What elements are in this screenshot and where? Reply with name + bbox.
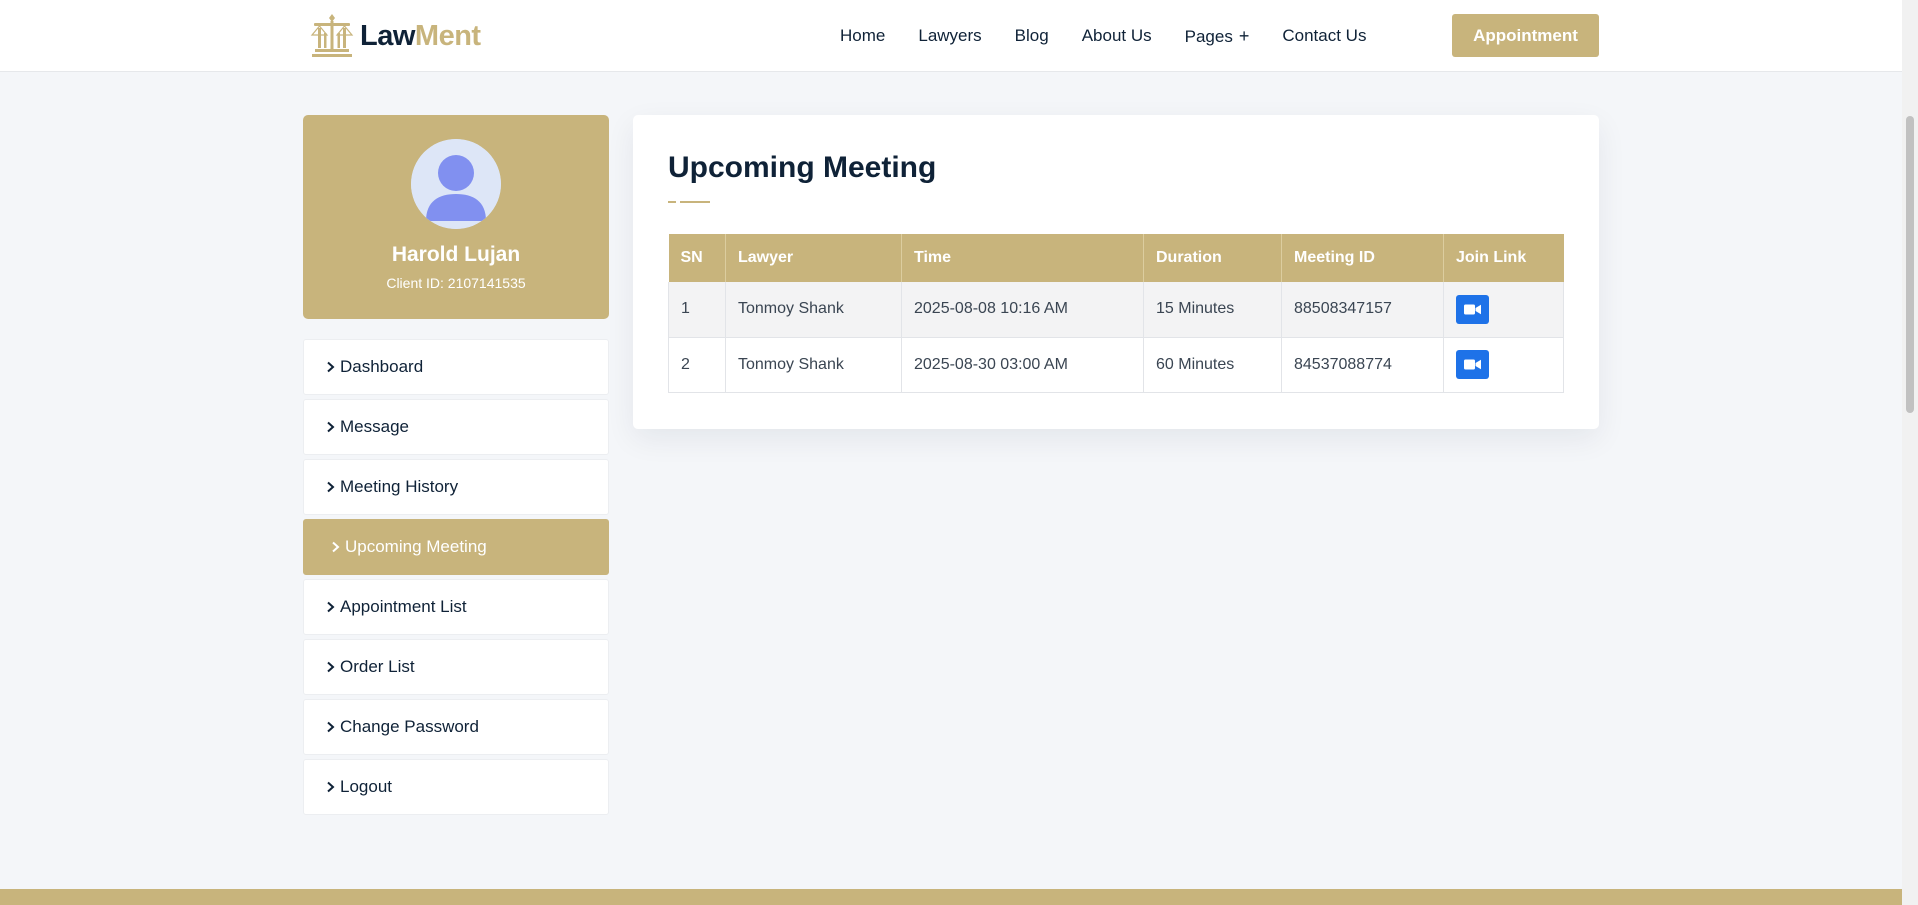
logo-text: LawMent [360, 20, 481, 53]
title-underline [668, 201, 710, 203]
chevron-right-icon [327, 481, 335, 493]
cell-meeting-id: 84537088774 [1281, 337, 1444, 393]
sidebar-item-label: Message [340, 417, 409, 436]
sidebar-item-label: Meeting History [340, 477, 459, 496]
video-camera-icon [1464, 359, 1481, 370]
cell-time: 2025-08-08 10:16 AM [901, 282, 1144, 338]
nav-blog[interactable]: Blog [1015, 26, 1049, 46]
cell-sn: 2 [668, 337, 726, 393]
plus-icon: + [1238, 25, 1250, 46]
profile-card: Harold Lujan Client ID: 2107141535 [303, 115, 609, 319]
cell-lawyer: Tonmoy Shank [725, 282, 902, 338]
sidebar-menu: Dashboard Message Meeting History Upcomi… [303, 339, 609, 819]
sidebar-item-label: Logout [340, 777, 392, 796]
sidebar-item-message[interactable]: Message [303, 399, 609, 455]
sidebar-item-change-password[interactable]: Change Password [303, 699, 609, 755]
nav-pages[interactable]: Pages + [1185, 26, 1250, 47]
sidebar-item-label: Dashboard [340, 357, 424, 376]
column-header-duration: Duration [1143, 234, 1282, 282]
cell-lawyer: Tonmoy Shank [725, 337, 902, 393]
avatar [411, 139, 501, 229]
table-header-row: SN Lawyer Time Duration Meeting ID Join … [668, 234, 1564, 282]
cell-sn: 1 [668, 282, 726, 338]
nav-lawyers[interactable]: Lawyers [918, 26, 981, 46]
user-avatar-icon [411, 139, 501, 229]
video-camera-icon [1464, 304, 1481, 315]
column-header-join-link: Join Link [1443, 234, 1564, 282]
sidebar-item-label: Order List [340, 657, 415, 676]
nav-pages-label: Pages [1184, 26, 1233, 46]
chevron-right-icon [327, 421, 335, 433]
chevron-right-icon [332, 541, 340, 553]
appointment-button[interactable]: Appointment [1452, 14, 1599, 57]
sidebar-item-logout[interactable]: Logout [303, 759, 609, 815]
column-header-lawyer: Lawyer [725, 234, 902, 282]
chevron-right-icon [327, 661, 335, 673]
table-row: 1 Tonmoy Shank 2025-08-08 10:16 AM 15 Mi… [668, 282, 1564, 338]
profile-name: Harold Lujan [391, 243, 521, 266]
scales-of-justice-icon [310, 14, 354, 57]
cell-join-link [1443, 337, 1564, 393]
nav-home[interactable]: Home [840, 26, 885, 46]
nav-about-us[interactable]: About Us [1082, 26, 1152, 46]
cell-time: 2025-08-30 03:00 AM [901, 337, 1144, 393]
column-header-sn: SN [668, 234, 726, 282]
scrollbar-thumb[interactable] [1906, 116, 1914, 413]
site-header: LawMent Home Lawyers Blog About Us Pages… [0, 0, 1902, 72]
sidebar-item-label: Change Password [340, 717, 479, 736]
chevron-right-icon [327, 721, 335, 733]
nav-contact-us[interactable]: Contact Us [1282, 26, 1366, 46]
page-title: Upcoming Meeting [668, 151, 937, 184]
join-meeting-button[interactable] [1456, 350, 1489, 379]
meetings-table: SN Lawyer Time Duration Meeting ID Join … [668, 234, 1564, 393]
cell-join-link [1443, 282, 1564, 338]
sidebar-item-label: Upcoming Meeting [345, 537, 487, 556]
column-header-time: Time [901, 234, 1144, 282]
cell-duration: 15 Minutes [1143, 282, 1282, 338]
logo-text-part1: Law [360, 19, 415, 52]
table-row: 2 Tonmoy Shank 2025-08-30 03:00 AM 60 Mi… [668, 337, 1564, 393]
logo[interactable]: LawMent [310, 12, 481, 60]
upcoming-meeting-panel: Upcoming Meeting SN Lawyer Time Duration… [633, 115, 1599, 429]
sidebar-item-label: Appointment List [340, 597, 467, 616]
chevron-right-icon [327, 361, 335, 373]
cell-duration: 60 Minutes [1143, 337, 1282, 393]
logo-text-part2: Ment [414, 19, 481, 52]
client-id: Client ID: 2107141535 [386, 275, 526, 291]
column-header-meeting-id: Meeting ID [1281, 234, 1444, 282]
chevron-right-icon [327, 601, 335, 613]
sidebar-item-dashboard[interactable]: Dashboard [303, 339, 609, 395]
sidebar-item-appointment-list[interactable]: Appointment List [303, 579, 609, 635]
sidebar-item-order-list[interactable]: Order List [303, 639, 609, 695]
sidebar-item-meeting-history[interactable]: Meeting History [303, 459, 609, 515]
sidebar-item-upcoming-meeting[interactable]: Upcoming Meeting [303, 519, 609, 575]
main-nav: Home Lawyers Blog About Us Pages + Contac… [840, 14, 1399, 58]
join-meeting-button[interactable] [1456, 294, 1489, 324]
chevron-right-icon [327, 781, 335, 793]
footer-strip [0, 889, 1902, 905]
page-scrollbar[interactable] [1902, 0, 1918, 905]
cell-meeting-id: 88508347157 [1281, 282, 1444, 338]
